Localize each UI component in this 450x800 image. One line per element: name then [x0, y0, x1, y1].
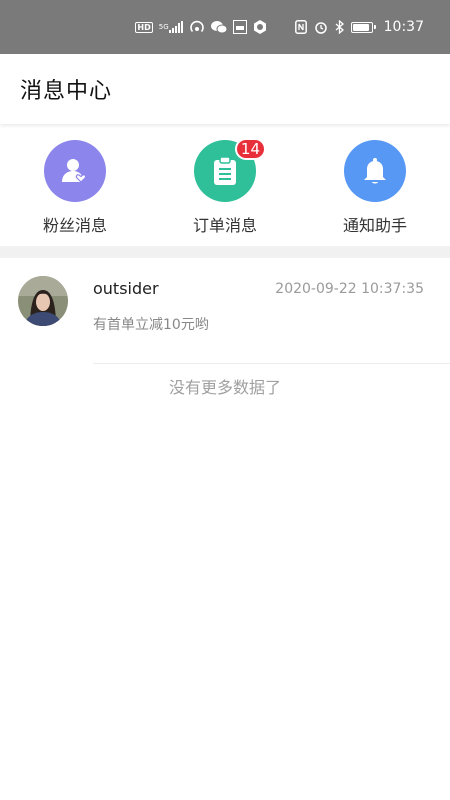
alarm-icon — [314, 20, 328, 34]
app-header: 消息中心 — [0, 54, 450, 124]
list-end-hint: 没有更多数据了 — [168, 378, 281, 397]
list-item[interactable]: outsider 2020-09-22 10:37:35 有首单立减10元哟 — [0, 258, 450, 364]
message-header: outsider 2020-09-22 10:37:35 — [93, 279, 424, 298]
message-list: outsider 2020-09-22 10:37:35 有首单立减10元哟 没… — [0, 258, 450, 398]
network-gen-label: 5G — [158, 22, 169, 31]
battery-icon — [350, 21, 376, 33]
order-message-label: 订单消息 — [192, 216, 257, 235]
message-timestamp: 2020-09-22 10:37:35 — [275, 280, 424, 297]
notification-assistant-label: 通知助手 — [342, 216, 407, 235]
notification-assistant-icon-wrap — [344, 140, 406, 202]
order-message-entry[interactable]: 14 订单消息 — [165, 138, 285, 236]
fans-message-entry[interactable]: 粉丝消息 — [15, 140, 135, 236]
fans-message-label: 粉丝消息 — [42, 216, 107, 235]
wechat-icon — [210, 20, 227, 34]
clipboard-icon — [214, 156, 236, 185]
nfc-icon — [294, 20, 307, 34]
avatar — [18, 276, 68, 326]
bell-icon — [364, 158, 386, 184]
status-bar: HD 5G 10:37 — [0, 0, 450, 54]
message-body: outsider 2020-09-22 10:37:35 有首单立减10元哟 — [93, 274, 450, 364]
order-message-icon-wrap: 14 — [194, 138, 266, 202]
hotspot-icon — [189, 20, 205, 34]
order-message-badge: 14 — [234, 138, 266, 160]
message-preview: 有首单立减10元哟 — [93, 317, 209, 333]
quick-entries: 粉丝消息 14 订单消息 通知助手 — [0, 124, 450, 246]
section-divider — [0, 246, 450, 258]
page-title: 消息中心 — [20, 79, 113, 104]
status-time: 10:37 — [383, 19, 424, 35]
notification-assistant-entry[interactable]: 通知助手 — [315, 140, 435, 236]
fans-message-icon-wrap — [44, 140, 106, 202]
fan-user-heart-icon — [62, 159, 87, 183]
shield-app-icon — [253, 20, 267, 34]
app-notification-icon — [232, 20, 247, 34]
status-icons-right: 10:37 — [294, 19, 424, 35]
sender-name: outsider — [93, 279, 159, 298]
status-icons-left: HD 5G — [135, 20, 266, 34]
bluetooth-icon — [335, 20, 344, 34]
signal-icon: 5G — [159, 21, 183, 33]
hd-icon: HD — [135, 21, 153, 33]
